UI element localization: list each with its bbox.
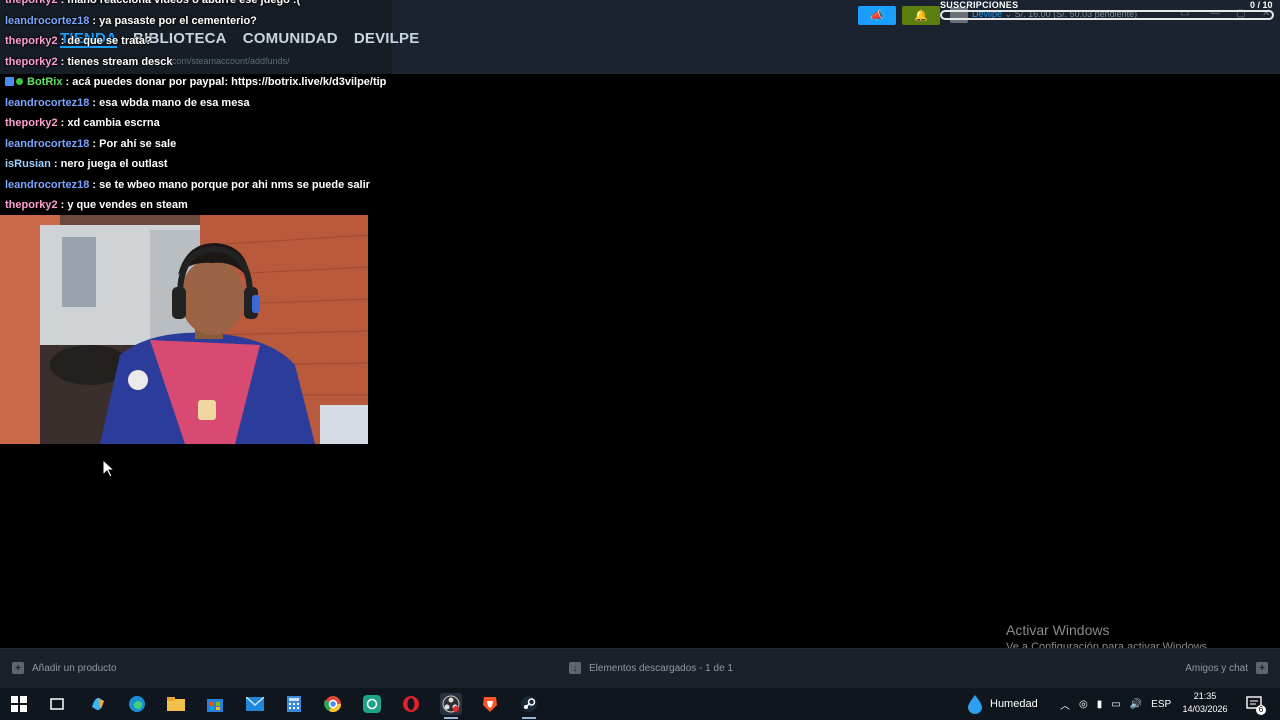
system-tray: ︿ ◎ ▮ ▭ 🔊 ESP bbox=[1060, 688, 1171, 720]
chat-message: theporky2 : xd cambia escrna bbox=[0, 113, 392, 134]
windows-start-icon[interactable] bbox=[8, 693, 30, 715]
edge-icon[interactable] bbox=[126, 693, 148, 715]
chatgpt-icon[interactable] bbox=[361, 693, 383, 715]
chat-text: : de que se trata? bbox=[57, 35, 152, 47]
add-product-label: Añadir un producto bbox=[32, 662, 117, 674]
chat-text: : esa wbda mano de esa mesa bbox=[89, 96, 250, 109]
chat-username: leandrocortez18 bbox=[5, 137, 90, 150]
chat-message: theporky2 : y que vendes en steam bbox=[0, 195, 392, 216]
chat-username: leandrocortez18 bbox=[5, 96, 90, 109]
clock-date: 14/03/2026 bbox=[1182, 704, 1228, 714]
clock[interactable]: 21:35 14/03/2026 bbox=[1180, 690, 1230, 716]
chat-message: leandrocortez18 : se te wbeo mano porque… bbox=[0, 175, 392, 196]
bell-icon: 🔔 bbox=[914, 10, 928, 22]
steam-open-indicator bbox=[522, 717, 536, 719]
plus-icon: + bbox=[12, 662, 24, 674]
network-icon[interactable]: ▭ bbox=[1111, 699, 1120, 710]
add-product-button[interactable]: + Añadir un producto bbox=[12, 662, 117, 674]
chat-text: : xd cambia escrna bbox=[57, 117, 160, 129]
chat-message: theporky2 : de que se trata? bbox=[0, 31, 392, 52]
chat-text: : tienes stream desck bbox=[57, 55, 173, 68]
chat-username: leandrocortez18 bbox=[5, 178, 90, 191]
friends-chat-button[interactable]: Amigos y chat + bbox=[1185, 662, 1268, 674]
steam-footer: + Añadir un producto ↓ Elementos descarg… bbox=[0, 648, 1280, 689]
chat-username: leandrocortez18 bbox=[5, 14, 90, 27]
downloads-label: Elementos descargados - 1 de 1 bbox=[589, 662, 733, 674]
chat-text: : ya pasaste por el cementerio? bbox=[89, 14, 257, 27]
chat-text: : mano reacciona videos o aburre ese jue… bbox=[57, 0, 301, 6]
notification-center[interactable]: 6 bbox=[1246, 688, 1266, 720]
friends-chat-label: Amigos y chat bbox=[1185, 662, 1248, 674]
chevron-up-icon[interactable]: ︿ bbox=[1060, 697, 1070, 712]
notification-count: 6 bbox=[1256, 705, 1266, 715]
chat-message: leandrocortez18 : ya pasaste por el ceme… bbox=[0, 11, 392, 32]
chat-username: theporky2 bbox=[5, 117, 58, 129]
chat-username: theporky2 bbox=[5, 199, 58, 211]
task-view-icon[interactable] bbox=[46, 693, 68, 715]
bot-badge-icon bbox=[5, 77, 14, 86]
chat-username: theporky2 bbox=[5, 55, 58, 68]
chat-username: theporky2 bbox=[5, 0, 58, 6]
weather-widget[interactable]: Humedad bbox=[966, 688, 1038, 720]
meet-now-icon[interactable]: ◎ bbox=[1079, 699, 1088, 710]
copilot-icon[interactable] bbox=[87, 693, 109, 715]
megaphone-icon: 📣 bbox=[870, 10, 884, 22]
active-app-indicator bbox=[444, 717, 458, 719]
announcements-button[interactable]: 📣 bbox=[858, 6, 896, 25]
notifications-button[interactable]: 🔔 bbox=[902, 6, 940, 25]
windows-taskbar: Humedad ︿ ◎ ▮ ▭ 🔊 ESP 21:35 14/03/2026 6 bbox=[0, 688, 1280, 720]
weather-label: Humedad bbox=[990, 698, 1038, 710]
language-indicator[interactable]: ESP bbox=[1151, 699, 1171, 710]
chat-overlay: theporky2 : mano reacciona videos o abur… bbox=[0, 0, 392, 216]
clock-time: 21:35 bbox=[1193, 691, 1217, 701]
chat-message: theporky2 : mano reacciona videos o abur… bbox=[0, 0, 392, 11]
subscriptions-count: 0 / 10 bbox=[1250, 0, 1273, 10]
subscriptions-progress-bar bbox=[940, 10, 1274, 20]
chat-text: : se te wbeo mano porque por ahi nms se … bbox=[89, 178, 370, 191]
download-icon: ↓ bbox=[569, 662, 581, 674]
chat-text: : Por ahí se sale bbox=[89, 137, 177, 150]
chat-text: : nero juega el outlast bbox=[50, 158, 168, 170]
chat-message: isRusian : nero juega el outlast bbox=[0, 154, 392, 175]
mail-icon[interactable] bbox=[244, 693, 266, 715]
subscriptions-label: SUSCRIPCIONES bbox=[940, 0, 1019, 10]
chat-message: leandrocortez18 : esa wbda mano de esa m… bbox=[0, 93, 392, 114]
chat-text: : acá puedes donar por paypal: https://b… bbox=[62, 76, 387, 88]
downloads-button[interactable]: ↓ Elementos descargados - 1 de 1 bbox=[569, 662, 733, 674]
chat-message: leandrocortez18 : Por ahí se sale bbox=[0, 134, 392, 155]
chat-text: : y que vendes en steam bbox=[57, 199, 188, 211]
store-icon[interactable] bbox=[204, 693, 226, 715]
brave-icon[interactable] bbox=[479, 693, 501, 715]
chrome-icon[interactable] bbox=[322, 693, 344, 715]
webcam-feed bbox=[0, 215, 368, 444]
chat-username: isRusian bbox=[5, 158, 51, 170]
chat-username: BotRix bbox=[27, 76, 63, 88]
obs-icon[interactable] bbox=[440, 693, 462, 715]
calculator-icon[interactable] bbox=[283, 693, 305, 715]
volume-icon[interactable]: 🔊 bbox=[1130, 699, 1142, 710]
mouse-cursor-icon bbox=[103, 460, 115, 478]
webcam-image bbox=[0, 215, 368, 444]
verified-badge-icon bbox=[16, 78, 23, 85]
chat-message: BotRix : acá puedes donar por paypal: ht… bbox=[0, 72, 392, 93]
chat-message: theporky2 : tienes stream desck bbox=[0, 52, 392, 73]
friends-icon: + bbox=[1256, 662, 1268, 674]
watermark-title: Activar Windows bbox=[1006, 622, 1110, 638]
steam-icon[interactable] bbox=[518, 693, 540, 715]
water-drop-icon bbox=[968, 695, 982, 714]
opera-icon[interactable] bbox=[400, 693, 422, 715]
chat-username: theporky2 bbox=[5, 35, 58, 47]
microphone-icon[interactable]: ▮ bbox=[1097, 699, 1103, 710]
file-explorer-icon[interactable] bbox=[165, 693, 187, 715]
